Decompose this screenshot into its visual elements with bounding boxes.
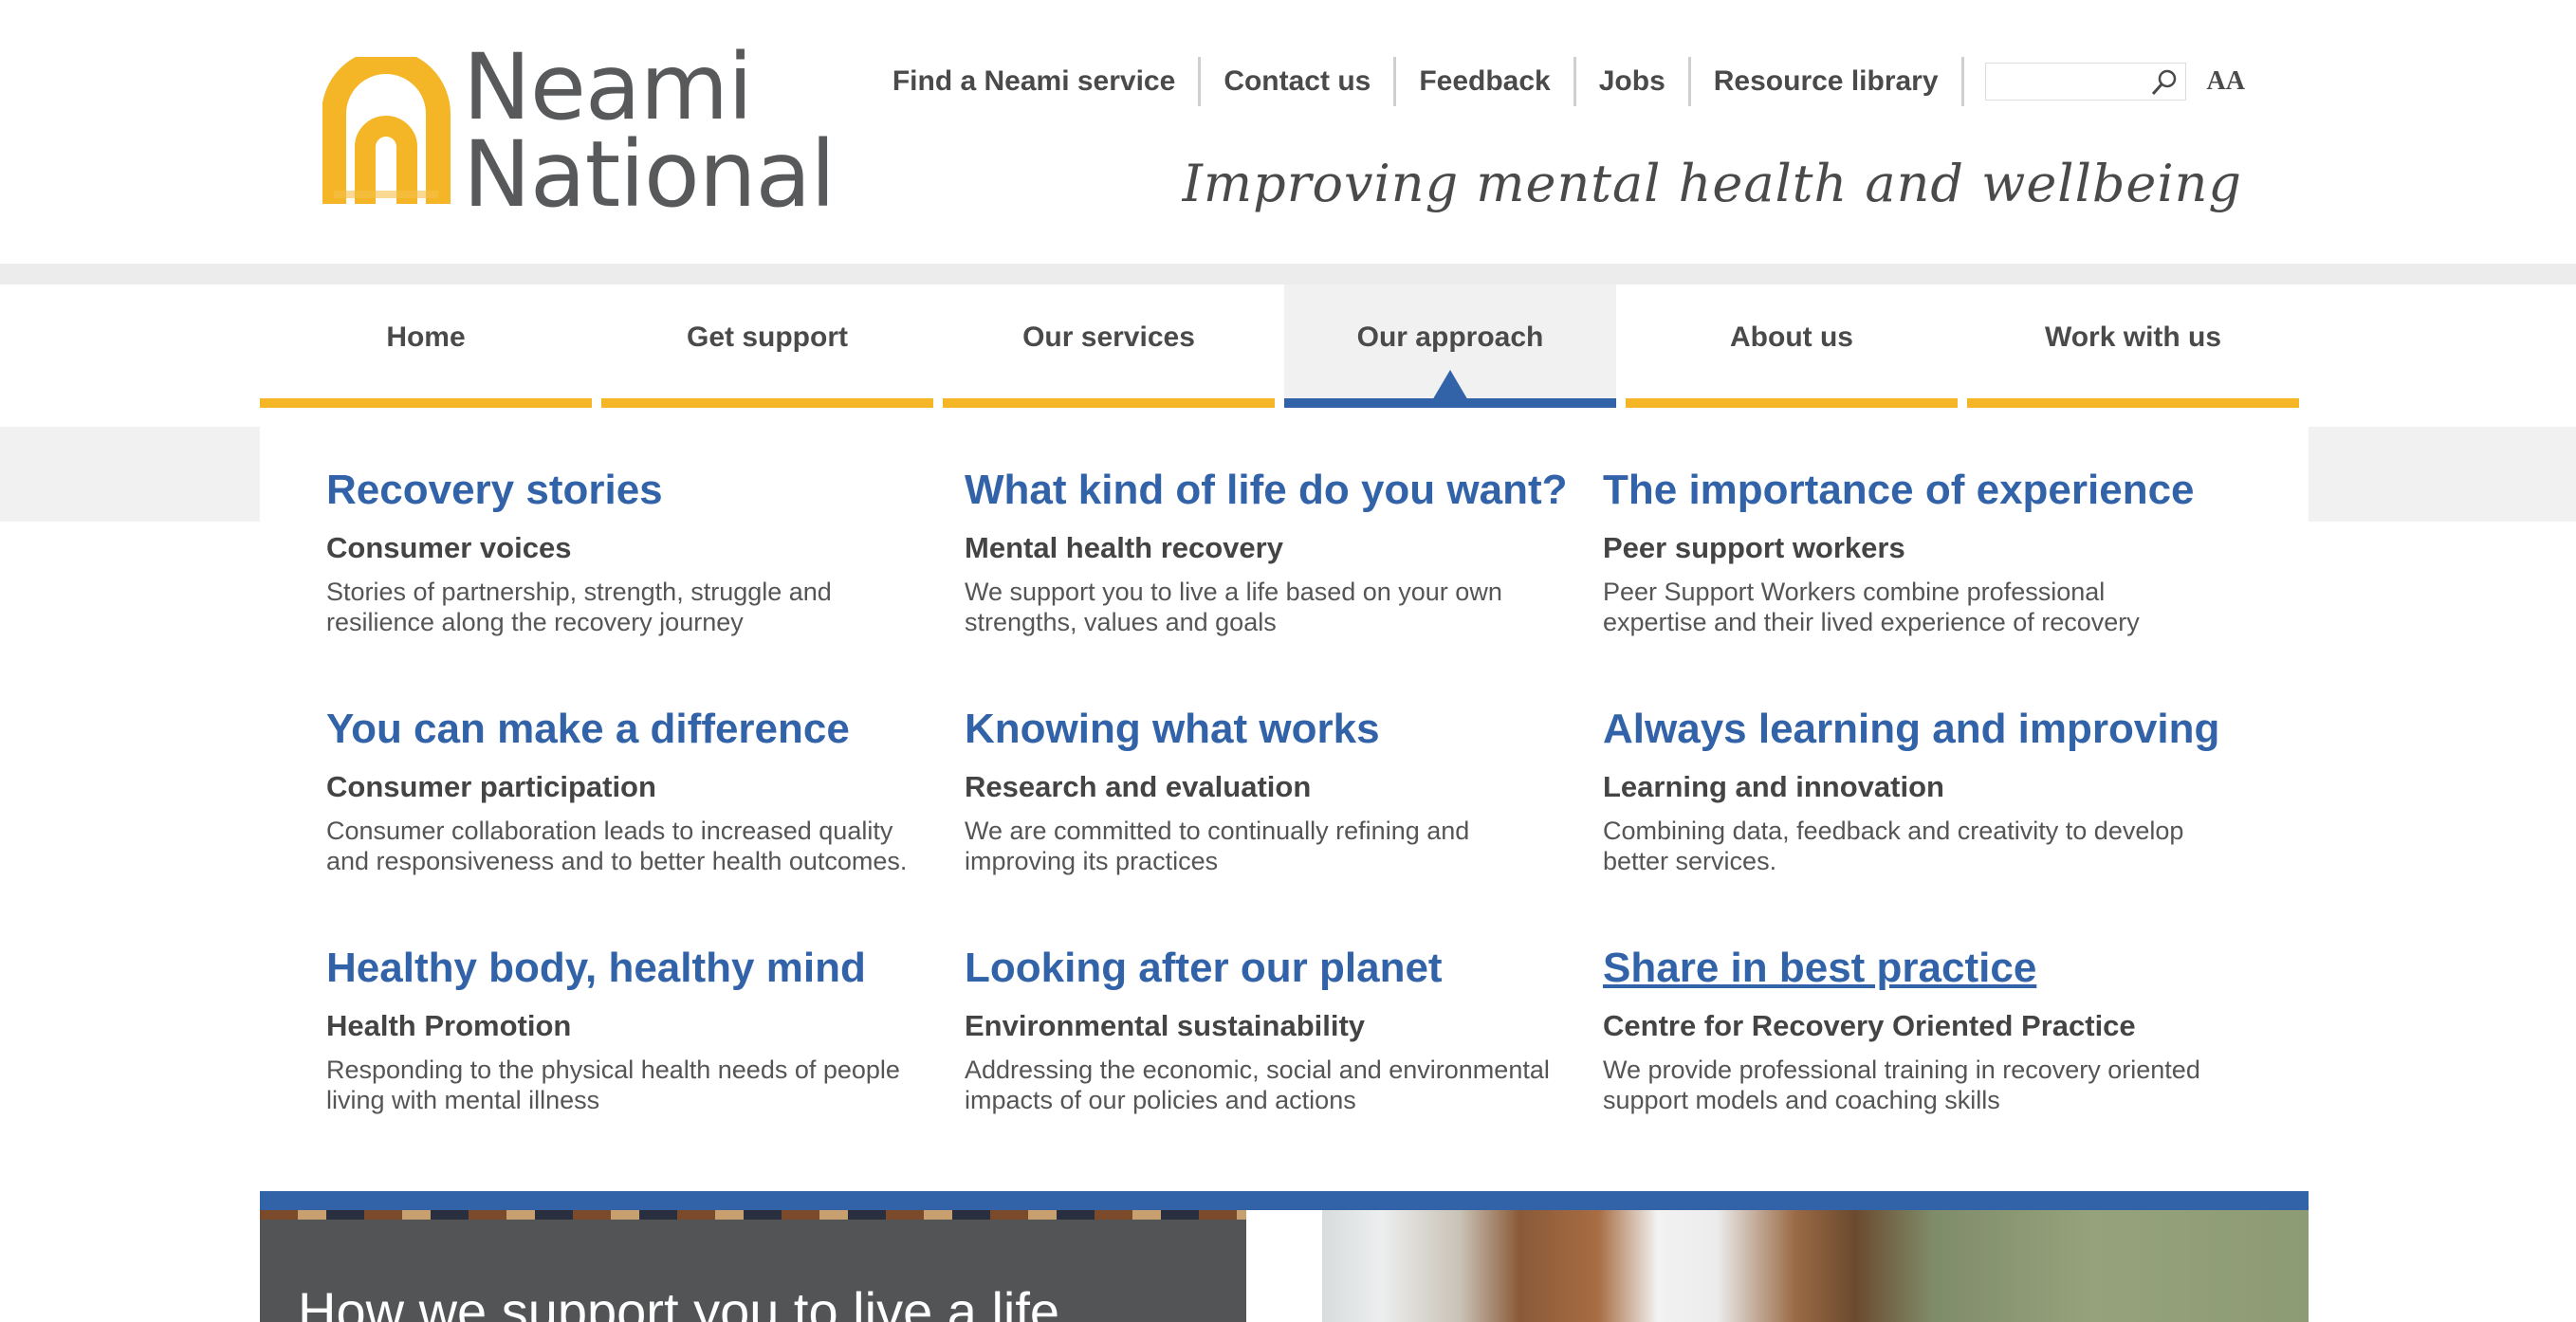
- dropdown-item: Looking after our planet Environmental s…: [965, 945, 1572, 1115]
- approach-dropdown: Recovery stories Consumer voices Stories…: [260, 423, 2309, 1191]
- tab-our-approach[interactable]: Our approach: [1284, 285, 1616, 408]
- tab-label: Work with us: [2044, 321, 2222, 353]
- feature-divider: [260, 1191, 2309, 1210]
- tab-label: Home: [386, 321, 466, 353]
- item-subtitle: Health Promotion: [326, 1009, 572, 1042]
- header-divider: [0, 264, 2576, 285]
- item-subtitle: Mental health recovery: [965, 531, 1283, 564]
- tab-label: Our services: [1022, 321, 1195, 353]
- item-title-link[interactable]: What kind of life do you want?: [965, 467, 1572, 514]
- item-title-link[interactable]: Always learning and improving: [1603, 706, 2219, 753]
- item-subtitle: Research and evaluation: [965, 770, 1312, 803]
- item-description: Consumer collaboration leads to increase…: [326, 817, 908, 875]
- item-description: Addressing the economic, social and envi…: [965, 1056, 1550, 1114]
- feature-card-left[interactable]: How we support you to live a life: [260, 1210, 1246, 1322]
- item-description: We provide professional training in reco…: [1603, 1056, 2200, 1114]
- item-subtitle: Peer support workers: [1603, 531, 1905, 564]
- feature-card-right-photo[interactable]: [1322, 1210, 2309, 1322]
- logo-line-2: National: [463, 121, 836, 228]
- search-box: [1984, 63, 2186, 101]
- item-description: Responding to the physical health needs …: [326, 1056, 900, 1114]
- dropdown-item: Recovery stories Consumer voices Stories…: [326, 467, 933, 637]
- tab-underline: [1967, 398, 2299, 408]
- item-title-link[interactable]: Looking after our planet: [965, 945, 1572, 992]
- item-subtitle: Environmental sustainability: [965, 1009, 1366, 1042]
- tab-work-with-us[interactable]: Work with us: [1967, 285, 2299, 408]
- tab-home[interactable]: Home: [260, 285, 592, 408]
- link-find-service[interactable]: Find a Neami service: [892, 57, 1202, 106]
- logo-line-1: Neami: [463, 34, 753, 140]
- tab-get-support[interactable]: Get support: [601, 285, 933, 408]
- dropdown-item: Knowing what works Research and evaluati…: [965, 706, 1572, 876]
- item-description: Peer Support Workers combine professiona…: [1603, 578, 2140, 636]
- dropdown-item: What kind of life do you want? Mental he…: [965, 467, 1572, 637]
- page: Neami National Find a Neami service Cont…: [0, 0, 2576, 1322]
- feature-caption-panel: How we support you to live a life: [260, 1220, 1246, 1322]
- tab-label: Get support: [687, 321, 848, 353]
- utility-nav: Find a Neami service Contact us Feedback…: [892, 57, 2245, 106]
- item-title-link[interactable]: Healthy body, healthy mind: [326, 945, 933, 992]
- item-title-link[interactable]: Knowing what works: [965, 706, 1572, 753]
- link-contact-us[interactable]: Contact us: [1201, 57, 1397, 106]
- link-resource-library[interactable]: Resource library: [1691, 57, 1964, 106]
- item-subtitle: Consumer participation: [326, 770, 656, 803]
- link-feedback[interactable]: Feedback: [1396, 57, 1576, 106]
- logo-arch-icon: [322, 57, 451, 204]
- tab-underline: [943, 398, 1275, 408]
- dropdown-item: Healthy body, healthy mind Health Promot…: [326, 945, 933, 1115]
- item-title-link[interactable]: The importance of experience: [1603, 467, 2210, 514]
- tab-label: Our approach: [1356, 321, 1544, 353]
- feature-image-strip: [260, 1210, 1246, 1220]
- dropdown-item: Share in best practice Centre for Recove…: [1603, 945, 2210, 1115]
- feature-headline: How we support you to live a life: [298, 1281, 1060, 1322]
- tab-label: About us: [1730, 321, 1853, 353]
- dropdown-item: The importance of experience Peer suppor…: [1603, 467, 2210, 637]
- search-icon[interactable]: [2149, 67, 2180, 98]
- logo-wordmark: Neami National: [463, 34, 836, 228]
- search-input[interactable]: [1985, 64, 2147, 100]
- item-description: Combining data, feedback and creativity …: [1603, 817, 2184, 875]
- tab-underline: [260, 398, 592, 408]
- dropdown-item: You can make a difference Consumer parti…: [326, 706, 933, 876]
- item-description: Stories of partnership, strength, strugg…: [326, 578, 832, 636]
- item-title-link[interactable]: Recovery stories: [326, 467, 933, 514]
- tab-our-services[interactable]: Our services: [943, 285, 1275, 408]
- text-size-button[interactable]: AA: [2207, 66, 2245, 97]
- dropdown-item: Always learning and improving Learning a…: [1603, 706, 2219, 876]
- link-jobs[interactable]: Jobs: [1576, 57, 1691, 106]
- neami-logo[interactable]: Neami National: [322, 42, 836, 220]
- tab-underline: [601, 398, 933, 408]
- tab-underline: [1626, 398, 1958, 408]
- item-subtitle: Centre for Recovery Oriented Practice: [1603, 1009, 2136, 1042]
- item-description: We support you to live a life based on y…: [965, 578, 1502, 636]
- item-subtitle: Learning and innovation: [1603, 770, 1944, 803]
- active-caret-icon: [1431, 370, 1469, 402]
- tagline: Improving mental health and wellbeing: [1182, 154, 2242, 213]
- item-description: We are committed to continually refining…: [965, 817, 1470, 875]
- item-title-link[interactable]: Share in best practice: [1603, 945, 2210, 992]
- item-title-link[interactable]: You can make a difference: [326, 706, 933, 753]
- item-subtitle: Consumer voices: [326, 531, 572, 564]
- main-nav: Home Get support Our services Our approa…: [260, 285, 2299, 408]
- tab-about-us[interactable]: About us: [1626, 285, 1958, 408]
